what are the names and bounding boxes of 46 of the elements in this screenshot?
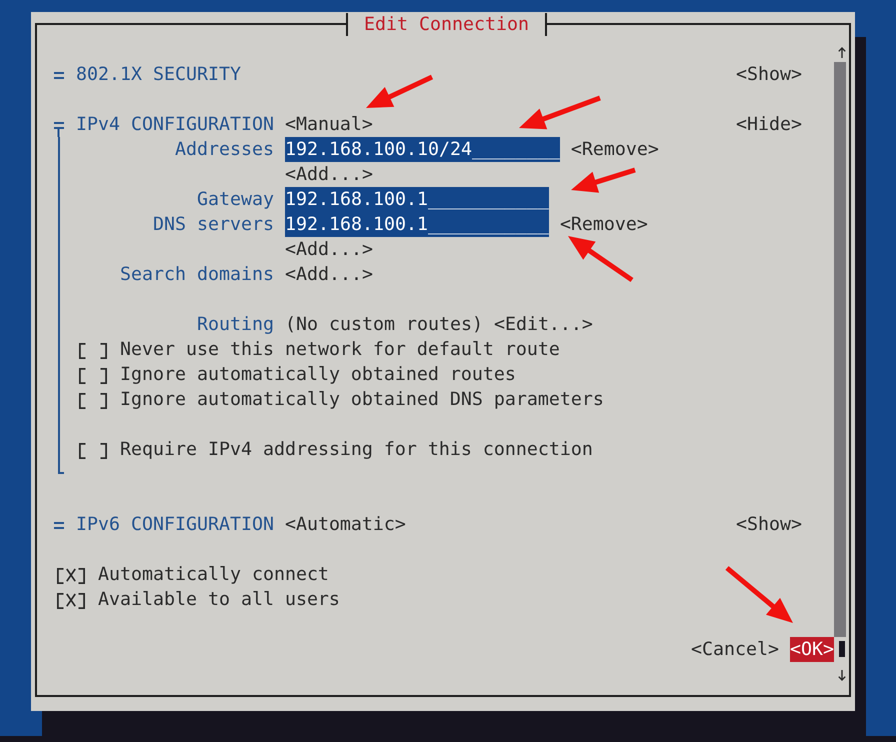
input-field[interactable]: 192.168.100.1___________ [285, 212, 549, 237]
block-cursor-icon [839, 641, 845, 657]
checkbox[interactable] [78, 392, 106, 408]
scroll-down-arrow-icon[interactable] [838, 670, 846, 681]
checkbox-label: Require IPv4 addressing for this connection [120, 438, 593, 462]
checkbox[interactable] [56, 568, 84, 584]
remove-button[interactable]: <Remove> [560, 212, 648, 237]
field-label: Routing [197, 313, 274, 337]
scroll-up-arrow-icon[interactable] [838, 46, 846, 58]
annotation-arrow [571, 168, 636, 193]
section-toggle-button[interactable]: <Hide> [736, 112, 802, 137]
routing-summary: (No custom routes) [285, 313, 483, 337]
checkbox-label: Ignore automatically obtained DNS parameters [120, 388, 604, 412]
annotation-arrow [568, 236, 634, 282]
dialog-button[interactable]: <Cancel> [691, 637, 779, 662]
checkbox-label: Ignore automatically obtained routes [120, 363, 516, 387]
checkbox-label: Never use this network for default route [120, 338, 560, 362]
input-field[interactable]: 192.168.100.1___________ [285, 187, 549, 212]
dialog-button[interactable]: <OK> [790, 637, 834, 662]
scrollbar[interactable] [834, 62, 846, 637]
add-button[interactable]: <Add...> [285, 162, 373, 187]
field-label: Gateway [197, 188, 274, 212]
checkbox[interactable] [56, 592, 84, 608]
field-label: DNS servers [153, 213, 274, 237]
annotation-arrow [366, 74, 434, 108]
mode-dropdown[interactable]: <Automatic> [284, 512, 406, 537]
annotation-arrow [725, 566, 793, 623]
section-toggle-button[interactable]: <Show> [736, 62, 802, 87]
field-label: Search domains [120, 263, 274, 287]
field-label: Addresses [175, 138, 274, 162]
mode-dropdown[interactable]: <Manual> [284, 112, 373, 137]
add-button[interactable]: <Add...> [285, 237, 373, 262]
section-heading: IPv6 CONFIGURATION [76, 513, 274, 537]
checkbox[interactable] [78, 342, 106, 358]
checkbox-label: Available to all users [98, 588, 340, 612]
checkbox-label: Automatically connect [98, 563, 329, 587]
checkbox[interactable] [78, 368, 106, 384]
remove-button[interactable]: <Remove> [570, 137, 659, 162]
input-field[interactable]: 192.168.100.10/24________ [285, 137, 560, 162]
edit-button[interactable]: <Edit...> [494, 312, 593, 337]
section-heading: 802.1X SECURITY [76, 63, 241, 87]
checkbox[interactable] [78, 442, 106, 458]
section-heading: IPv4 CONFIGURATION [76, 113, 274, 137]
section-toggle-button[interactable]: <Show> [736, 512, 802, 537]
dialog-title: Edit Connection [346, 12, 547, 36]
add-button[interactable]: <Add...> [285, 262, 373, 287]
